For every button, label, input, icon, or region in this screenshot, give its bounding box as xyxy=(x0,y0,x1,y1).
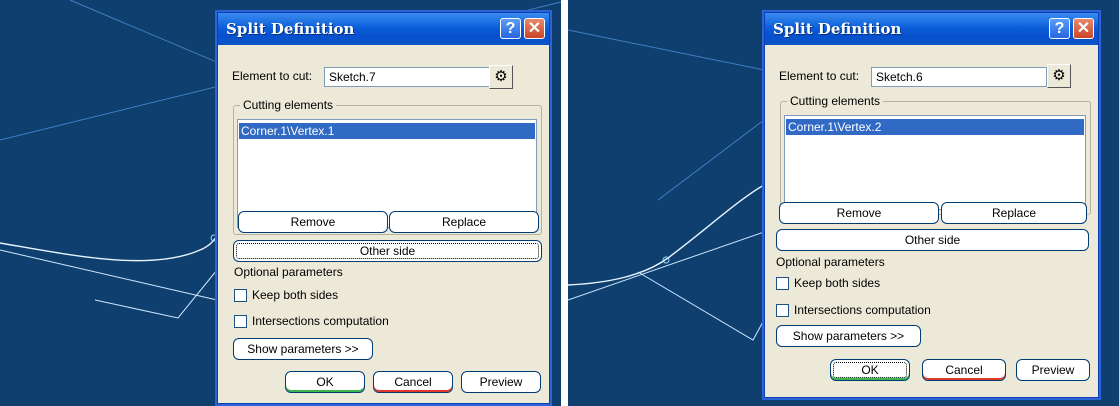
list-item[interactable]: Corner.1\Vertex.1 xyxy=(239,123,535,139)
sketch-line[interactable] xyxy=(568,231,765,301)
element-to-cut-field[interactable]: Sketch.6 xyxy=(871,67,1047,87)
preview-button[interactable]: Preview xyxy=(461,371,541,393)
ok-button[interactable]: OK xyxy=(285,371,365,393)
help-icon[interactable]: ? xyxy=(500,18,521,39)
cancel-button[interactable]: Cancel xyxy=(373,371,453,393)
construction-line xyxy=(657,119,765,201)
show-parameters-button[interactable]: Show parameters >> xyxy=(233,338,373,360)
cutting-elements-list[interactable]: Corner.1\Vertex.2 xyxy=(784,115,1086,210)
title-bar[interactable]: Split Definition ? ✕ xyxy=(765,13,1098,45)
intersections-label[interactable]: Intersections computation xyxy=(252,314,389,328)
keep-both-sides-checkbox[interactable] xyxy=(776,277,789,290)
intersections-checkbox[interactable] xyxy=(234,315,247,328)
other-side-button[interactable]: Other side xyxy=(776,229,1089,251)
cutting-elements-group: Cutting elements Corner.1\Vertex.2 xyxy=(780,94,1091,215)
keep-both-sides-label[interactable]: Keep both sides xyxy=(794,276,880,290)
title-bar[interactable]: Split Definition ? ✕ xyxy=(218,13,549,45)
dialog-title: Split Definition xyxy=(226,20,355,38)
intersections-checkbox[interactable] xyxy=(776,304,789,317)
show-parameters-button[interactable]: Show parameters >> xyxy=(776,325,921,347)
dialog-title: Split Definition xyxy=(773,20,902,38)
remove-button[interactable]: Remove xyxy=(779,202,939,224)
viewport-left[interactable]: Split Definition ? ✕ Element to cut: Ske… xyxy=(0,0,561,406)
element-to-cut-label: Element to cut: xyxy=(779,69,860,83)
sketch-curve[interactable] xyxy=(568,184,765,286)
cancel-button[interactable]: Cancel xyxy=(922,359,1006,381)
other-side-button[interactable]: Other side xyxy=(233,240,542,262)
close-icon[interactable]: ✕ xyxy=(1073,18,1094,39)
intersections-label[interactable]: Intersections computation xyxy=(794,303,931,317)
keep-both-sides-label[interactable]: Keep both sides xyxy=(252,288,338,302)
selection-cursor-icon[interactable]: ⚙ xyxy=(1047,64,1071,88)
close-icon[interactable]: ✕ xyxy=(524,18,545,39)
ok-button[interactable]: OK xyxy=(830,359,910,381)
selection-cursor-icon[interactable]: ⚙ xyxy=(489,65,513,89)
element-to-cut-label: Element to cut: xyxy=(232,69,313,83)
element-to-cut-field[interactable]: Sketch.7 xyxy=(324,67,502,87)
preview-button[interactable]: Preview xyxy=(1016,359,1090,381)
remove-button[interactable]: Remove xyxy=(238,211,388,233)
sketch-line[interactable] xyxy=(94,269,218,319)
sketch-curve[interactable] xyxy=(0,235,218,262)
list-item[interactable]: Corner.1\Vertex.2 xyxy=(786,119,1084,135)
sketch-line[interactable] xyxy=(637,271,765,341)
viewport-right[interactable]: Split Definition ? ✕ Element to cut: Ske… xyxy=(568,0,1119,406)
cutting-elements-title: Cutting elements xyxy=(787,94,884,108)
replace-button[interactable]: Replace xyxy=(389,211,539,233)
split-definition-dialog: Split Definition ? ✕ Element to cut: Ske… xyxy=(217,12,550,404)
replace-button[interactable]: Replace xyxy=(941,202,1087,224)
construction-line xyxy=(568,29,765,71)
help-icon[interactable]: ? xyxy=(1049,18,1070,39)
optional-parameters-label: Optional parameters xyxy=(776,255,885,269)
optional-parameters-label: Optional parameters xyxy=(234,265,343,279)
cutting-elements-title: Cutting elements xyxy=(240,98,337,112)
keep-both-sides-checkbox[interactable] xyxy=(234,289,247,302)
sketch-line[interactable] xyxy=(0,249,218,301)
split-definition-dialog: Split Definition ? ✕ Element to cut: Ske… xyxy=(764,12,1099,398)
